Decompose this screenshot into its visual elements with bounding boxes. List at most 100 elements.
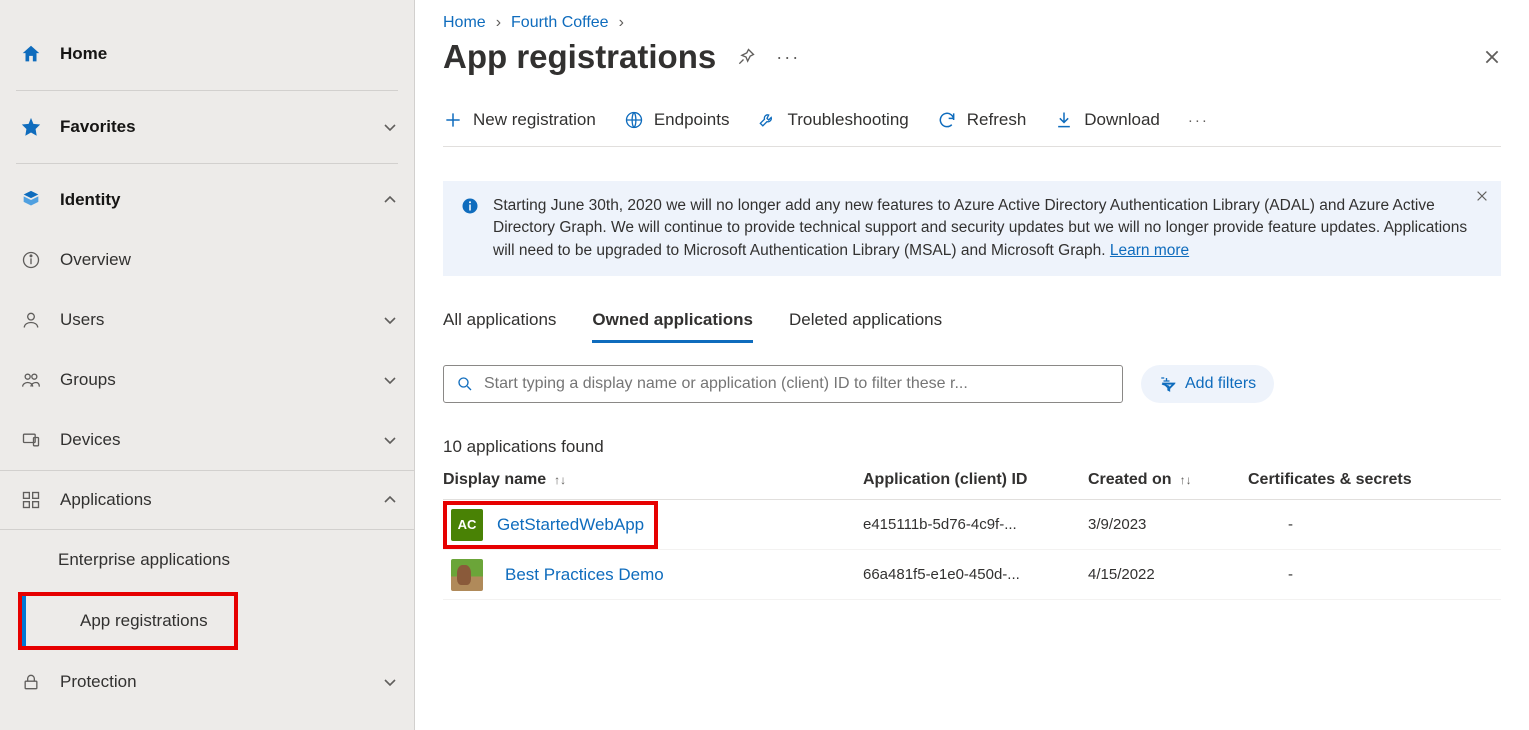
info-icon	[461, 197, 479, 262]
column-display-name[interactable]: Display name ↑↓	[443, 471, 863, 489]
tab-all-applications[interactable]: All applications	[443, 310, 556, 343]
devices-icon	[16, 430, 46, 450]
new-registration-button[interactable]: New registration	[443, 110, 596, 130]
wrench-icon	[757, 110, 777, 130]
user-icon	[16, 310, 46, 330]
breadcrumb-separator: ›	[619, 14, 624, 32]
sidebar-item-app-registrations[interactable]: App registrations	[22, 596, 234, 646]
add-filters-button[interactable]: Add filters	[1141, 365, 1274, 403]
sidebar-item-users[interactable]: Users	[0, 290, 414, 350]
groups-icon	[16, 370, 46, 390]
sidebar-item-label: Users	[46, 310, 382, 330]
sidebar-item-label: Favorites	[46, 117, 382, 137]
table-header: Display name ↑↓ Application (client) ID …	[443, 471, 1501, 500]
info-text: Starting June 30th, 2020 we will no long…	[493, 197, 1467, 259]
more-icon[interactable]: ···	[776, 47, 800, 68]
refresh-button[interactable]: Refresh	[937, 110, 1027, 130]
title-row: App registrations ···	[443, 38, 1501, 76]
globe-icon	[624, 110, 644, 130]
app-name-link[interactable]: Best Practices Demo	[505, 565, 664, 585]
column-application-id[interactable]: Application (client) ID	[863, 471, 1088, 489]
result-count: 10 applications found	[443, 437, 1501, 457]
download-icon	[1054, 110, 1074, 130]
cell-created: 3/9/2023	[1088, 516, 1248, 533]
search-icon	[456, 375, 474, 393]
chevron-down-icon	[382, 312, 398, 328]
home-icon	[16, 43, 46, 65]
cell-app-id: e415111b-5d76-4c9f-...	[863, 516, 1088, 533]
app-thumbnail	[451, 559, 483, 591]
sidebar-item-overview[interactable]: Overview	[0, 230, 414, 290]
info-text-container: Starting June 30th, 2020 we will no long…	[493, 195, 1483, 262]
search-input[interactable]	[484, 375, 1110, 393]
sidebar-item-label: Overview	[46, 250, 398, 270]
plus-icon	[443, 110, 463, 130]
sidebar-item-label: Devices	[46, 430, 382, 450]
column-created-on[interactable]: Created on ↑↓	[1088, 471, 1248, 489]
chevron-down-icon	[382, 674, 398, 690]
toolbar-label: Refresh	[967, 110, 1027, 130]
cell-app-id: 66a481f5-e1e0-450d-...	[863, 566, 1088, 583]
main-content: Home › Fourth Coffee › App registrations…	[415, 0, 1529, 730]
apps-icon	[16, 490, 46, 510]
sidebar-item-identity[interactable]: Identity	[0, 170, 414, 230]
app-thumbnail: AC	[451, 509, 483, 541]
cell-created: 4/15/2022	[1088, 566, 1248, 583]
page-title: App registrations	[443, 38, 716, 76]
sidebar-item-enterprise-applications[interactable]: Enterprise applications	[0, 530, 414, 590]
endpoints-button[interactable]: Endpoints	[624, 110, 730, 130]
info-banner: Starting June 30th, 2020 we will no long…	[443, 181, 1501, 276]
cell-cert: -	[1248, 516, 1501, 533]
sidebar-item-devices[interactable]: Devices	[0, 410, 414, 470]
sidebar-item-label: Protection	[46, 672, 382, 692]
sidebar-item-label: Identity	[46, 190, 382, 210]
troubleshooting-button[interactable]: Troubleshooting	[757, 110, 908, 130]
lock-icon	[16, 672, 46, 692]
toolbar-label: New registration	[473, 110, 596, 130]
table-row[interactable]: AC GetStartedWebApp e415111b-5d76-4c9f-.…	[443, 500, 1501, 550]
tabs: All applications Owned applications Dele…	[443, 310, 1501, 343]
chevron-down-icon	[382, 432, 398, 448]
toolbar-more-icon[interactable]: ···	[1188, 112, 1209, 129]
toolbar-label: Download	[1084, 110, 1160, 130]
refresh-icon	[937, 110, 957, 130]
breadcrumb-separator: ›	[496, 14, 501, 32]
sidebar-item-applications[interactable]: Applications	[0, 470, 414, 530]
chevron-down-icon	[382, 372, 398, 388]
table-row[interactable]: Best Practices Demo 66a481f5-e1e0-450d-.…	[443, 550, 1501, 600]
sidebar-item-home[interactable]: Home	[0, 24, 414, 84]
sort-icon: ↑↓	[1180, 473, 1192, 487]
chevron-down-icon	[382, 119, 398, 135]
tab-owned-applications[interactable]: Owned applications	[592, 310, 753, 343]
toolbar-label: Troubleshooting	[787, 110, 908, 130]
app-name-link[interactable]: GetStartedWebApp	[497, 515, 644, 535]
sort-icon: ↑↓	[554, 473, 566, 487]
breadcrumb-home[interactable]: Home	[443, 14, 486, 32]
sidebar-item-label: Enterprise applications	[58, 550, 230, 570]
sidebar-item-favorites[interactable]: Favorites	[0, 97, 414, 157]
breadcrumb-fourth-coffee[interactable]: Fourth Coffee	[511, 14, 609, 32]
pin-icon[interactable]	[736, 47, 756, 67]
info-circle-icon	[16, 250, 46, 270]
close-icon[interactable]	[1483, 48, 1501, 66]
search-box[interactable]	[443, 365, 1123, 403]
sidebar: Home Favorites Identity Overview Users G…	[0, 0, 415, 730]
column-certificates[interactable]: Certificates & secrets	[1248, 471, 1501, 489]
download-button[interactable]: Download	[1054, 110, 1160, 130]
add-filters-label: Add filters	[1185, 375, 1256, 393]
chevron-up-icon	[382, 492, 398, 508]
dismiss-icon[interactable]	[1475, 189, 1489, 203]
filter-icon	[1159, 375, 1177, 393]
star-icon	[16, 116, 46, 138]
breadcrumb: Home › Fourth Coffee ›	[443, 14, 1501, 32]
sidebar-item-groups[interactable]: Groups	[0, 350, 414, 410]
filter-row: Add filters	[443, 365, 1501, 403]
identity-icon	[16, 189, 46, 211]
sidebar-item-protection[interactable]: Protection	[0, 652, 414, 712]
chevron-up-icon	[382, 192, 398, 208]
toolbar-label: Endpoints	[654, 110, 730, 130]
info-learn-more-link[interactable]: Learn more	[1110, 242, 1189, 259]
toolbar: New registration Endpoints Troubleshooti…	[443, 110, 1501, 147]
tab-deleted-applications[interactable]: Deleted applications	[789, 310, 942, 343]
sidebar-item-label: App registrations	[80, 611, 208, 631]
